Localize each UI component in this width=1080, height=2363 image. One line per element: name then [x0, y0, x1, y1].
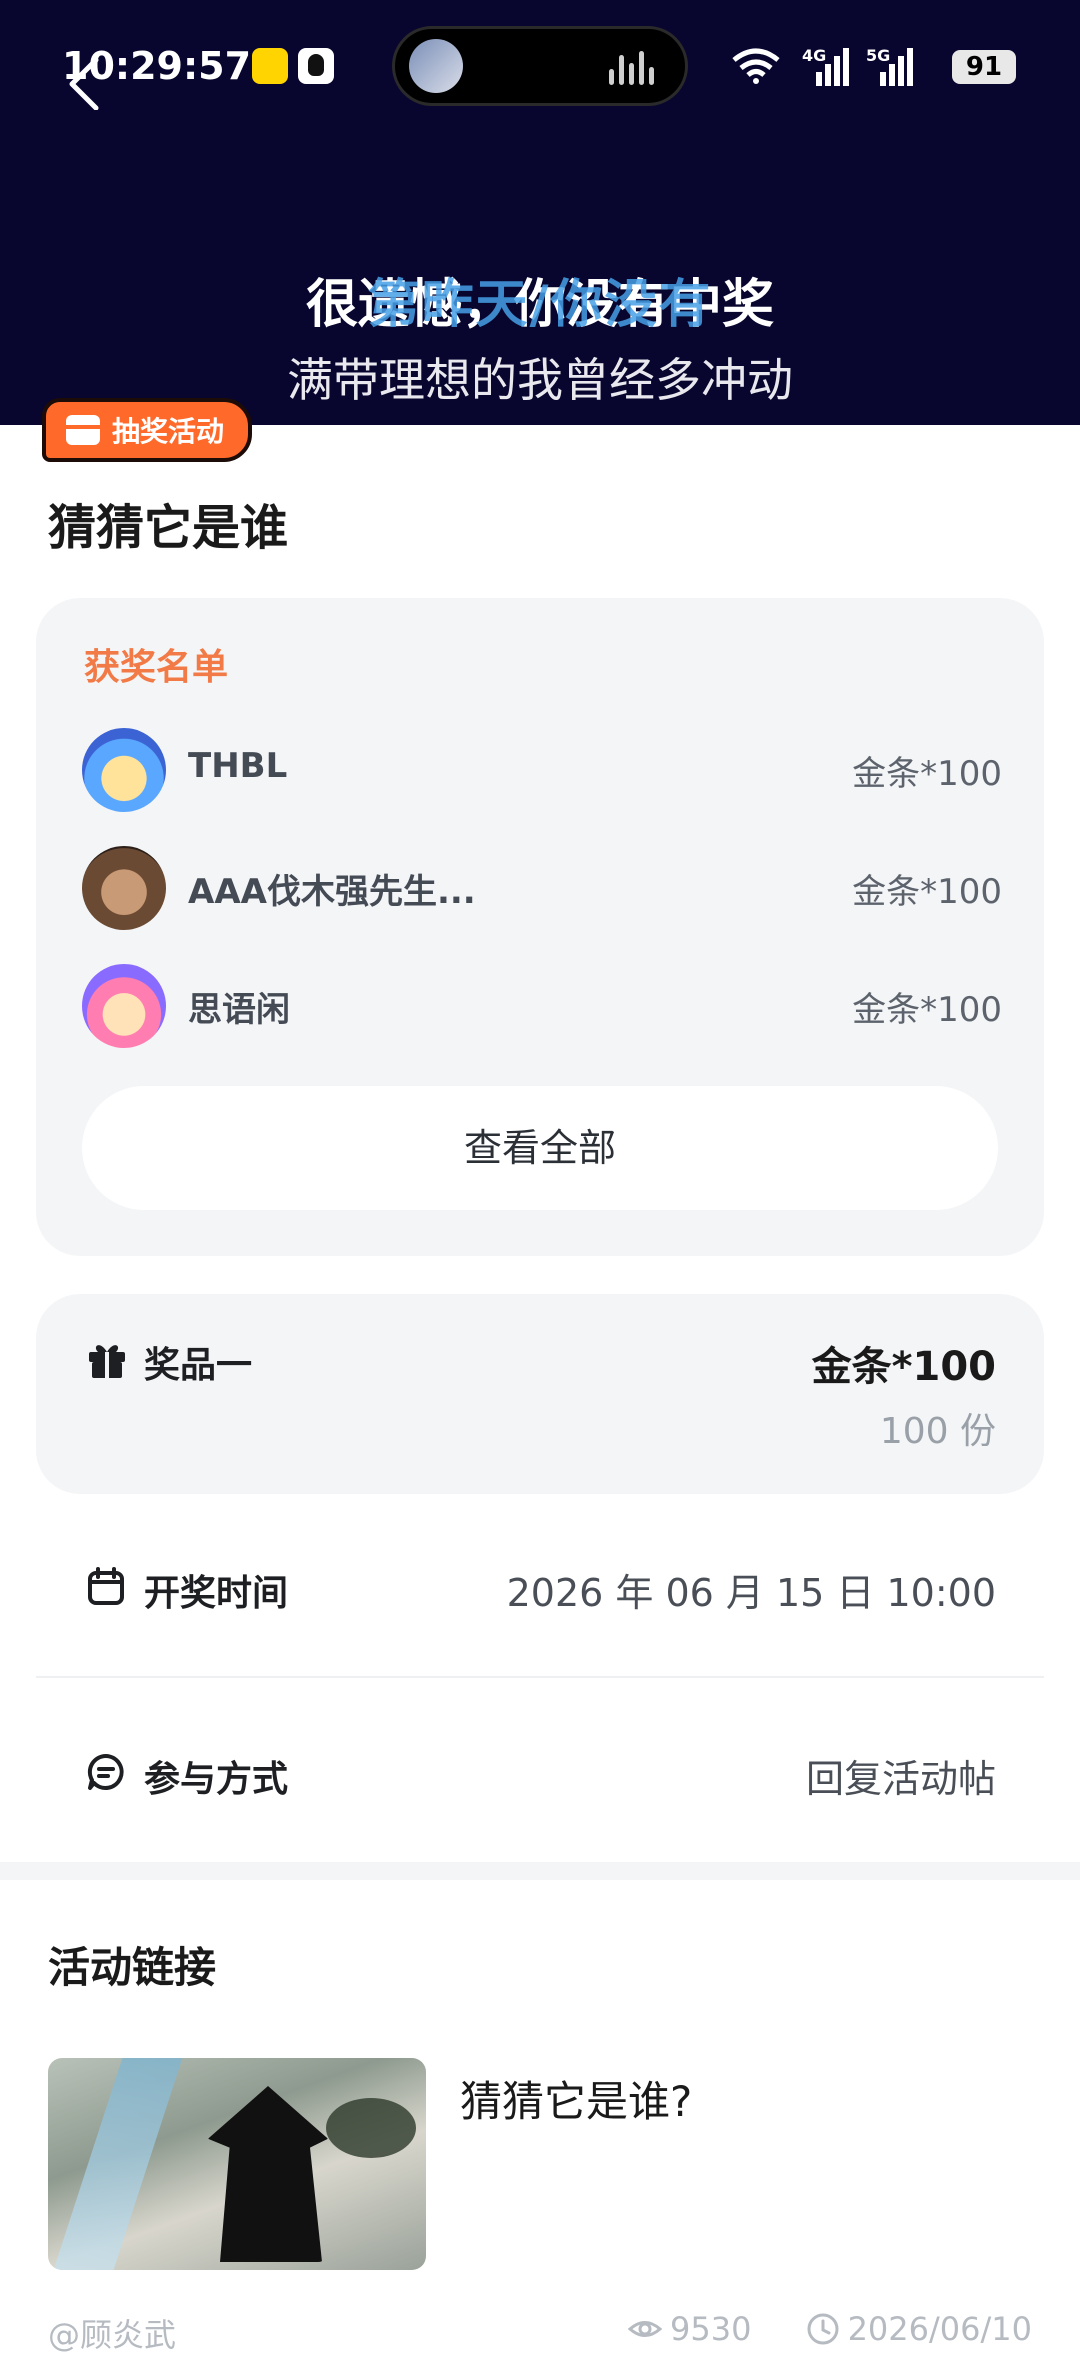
view-count: 9530 — [628, 2310, 751, 2348]
eye-icon — [628, 2321, 662, 2337]
prize-card: 奖品一 金条*100 100 份 — [36, 1294, 1044, 1494]
comment-icon — [87, 1753, 124, 1790]
author-name[interactable]: @顾炎武 — [48, 2310, 176, 2356]
app-notification-icon — [252, 48, 288, 84]
qq-notification-icon — [298, 48, 334, 84]
winner-prize: 金条*100 — [852, 990, 1002, 1030]
calendar-icon — [88, 1567, 124, 1605]
music-cover-icon — [409, 39, 463, 93]
view-all-button[interactable]: 查看全部 — [82, 1086, 998, 1210]
winner-prize: 金条*100 — [852, 872, 1002, 912]
signal-5g-icon: 5G — [866, 46, 914, 86]
winners-card: 获奖名单 THBL 金条*100 AAA伐木强先生... 金条*100 思语闲 … — [36, 598, 1044, 1256]
avatar — [82, 846, 166, 930]
dynamic-island[interactable] — [392, 26, 688, 106]
prize-label: 奖品一 — [144, 1345, 253, 1386]
divider — [36, 1676, 1044, 1678]
activity-link-title: 活动链接 — [48, 1943, 217, 1992]
lottery-tag: 抽奖活动 — [42, 398, 253, 462]
participation-value: 回复活动帖 — [805, 1757, 996, 1801]
gift-icon — [66, 415, 100, 445]
winners-title: 获奖名单 — [84, 647, 229, 688]
avatar — [82, 728, 166, 812]
winner-name: THBL — [188, 746, 288, 786]
participation-label: 参与方式 — [144, 1759, 289, 1800]
gift-icon — [89, 1345, 125, 1378]
wifi-icon — [732, 48, 780, 84]
page-title: 猜猜它是谁 — [48, 500, 289, 556]
battery-indicator: 91 — [952, 50, 1016, 84]
draw-time-label: 开奖时间 — [144, 1573, 289, 1614]
section-divider — [0, 1862, 1080, 1880]
post-date: 2026/06/10 — [806, 2310, 1032, 2348]
winner-name: AAA伐木强先生... — [188, 872, 476, 912]
winner-row[interactable]: 思语闲 金条*100 — [82, 964, 1002, 1048]
lottery-tag-label: 抽奖活动 — [112, 415, 225, 448]
avatar — [82, 964, 166, 1048]
header-panel: 10:29:57 4G 5G 91 很遗憾，你没有中奖 第昨天/你没有 满带理想… — [0, 0, 1080, 425]
audio-wave-icon — [609, 49, 661, 85]
status-time: 10:29:57 — [62, 44, 252, 88]
prize-value: 金条*100 — [811, 1344, 996, 1390]
lyric-overlay: 第昨天/你没有 — [367, 275, 713, 335]
participation-row: 参与方式 回复活动帖 — [36, 1710, 1044, 1830]
draw-time-value: 2026 年 06 月 15 日 10:00 — [506, 1571, 996, 1615]
winner-row[interactable]: THBL 金条*100 — [82, 728, 1002, 812]
winner-prize: 金条*100 — [852, 754, 1002, 794]
winner-name: 思语闲 — [188, 990, 290, 1030]
post-date-value: 2026/06/10 — [847, 2310, 1032, 2348]
activity-link-text[interactable]: 猜猜它是谁? — [460, 2068, 692, 2129]
prize-count: 100 份 — [879, 1411, 996, 1452]
view-count-value: 9530 — [670, 2310, 752, 2348]
winner-row[interactable]: AAA伐木强先生... 金条*100 — [82, 846, 1002, 930]
draw-time-row: 开奖时间 2026 年 06 月 15 日 10:00 — [36, 1524, 1044, 1644]
signal-4g-icon: 4G — [802, 46, 850, 86]
activity-thumbnail[interactable] — [48, 2058, 426, 2270]
clock-icon — [807, 2313, 839, 2345]
